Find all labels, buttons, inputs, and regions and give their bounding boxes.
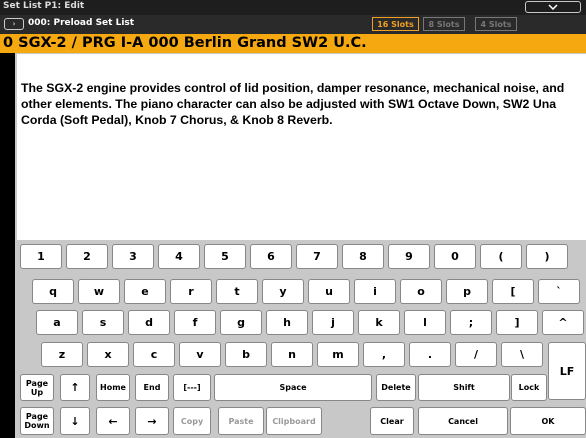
key-row3-4[interactable]: g [220,310,262,335]
key-row3-6[interactable]: j [312,310,354,335]
slots-16-button[interactable]: 16 Slots [372,17,419,31]
set-list-name: 000: Preload Set List [28,18,135,28]
key-row4-9[interactable]: / [455,342,497,367]
key-clear[interactable]: Clear [370,407,414,435]
key-ok[interactable]: OK [510,407,586,435]
key-lock[interactable]: Lock [511,374,547,401]
key-row3-2[interactable]: d [128,310,170,335]
key-row3-10[interactable]: ] [496,310,538,335]
key-row1-4[interactable]: 5 [204,244,246,269]
key-delete[interactable]: Delete [376,374,416,401]
chevron-down-icon [548,4,558,10]
key-row2-5[interactable]: y [262,279,304,304]
key-row3-1[interactable]: s [82,310,124,335]
key-row4-8[interactable]: . [409,342,451,367]
program-bar: 0 SGX-2 / PRG I-A 000 Berlin Grand SW2 U… [0,34,586,53]
key-row4-10[interactable]: \ [501,342,543,367]
set-list-select-button[interactable]: › [4,18,24,30]
key-row3-8[interactable]: l [404,310,446,335]
key-right-arrow[interactable]: → [135,407,169,435]
text-body: The SGX-2 engine provides control of lid… [21,81,565,127]
slots-4-button[interactable]: 4 Slots [475,17,517,31]
key-row3-5[interactable]: h [266,310,308,335]
key-row1-5[interactable]: 6 [250,244,292,269]
program-label: 0 SGX-2 / PRG I-A 000 Berlin Grand SW2 U… [3,35,367,51]
key-row2-4[interactable]: t [216,279,258,304]
slots-4-label: 4 Slots [480,19,512,29]
key-cancel[interactable]: Cancel [418,407,508,435]
key-page-up[interactable]: Page Up [20,374,54,401]
key-row1-8[interactable]: 9 [388,244,430,269]
key-row2-2[interactable]: e [124,279,166,304]
key-row1-7[interactable]: 8 [342,244,384,269]
key-row1-1[interactable]: 2 [66,244,108,269]
key-row1-11[interactable]: ) [526,244,568,269]
key-row3-7[interactable]: k [358,310,400,335]
chevron-right-icon: › [12,20,16,28]
key-row1-2[interactable]: 3 [112,244,154,269]
key-row1-6[interactable]: 7 [296,244,338,269]
key-row3-9[interactable]: ; [450,310,492,335]
key-paste[interactable]: Paste [218,407,264,435]
key-row4-4[interactable]: b [225,342,267,367]
key-row3-3[interactable]: f [174,310,216,335]
key-row1-0[interactable]: 1 [20,244,62,269]
text-edit-area[interactable]: The SGX-2 engine provides control of lid… [15,53,586,241]
key-row3-11[interactable]: ^ [542,310,584,335]
key-up-arrow[interactable]: ↑ [60,374,90,401]
set-list-bar: › 000: Preload Set List 16 Slots 8 Slots… [0,15,586,34]
key-down-arrow[interactable]: ↓ [60,407,90,435]
key-row2-10[interactable]: [ [492,279,534,304]
key-row2-1[interactable]: w [78,279,120,304]
key-row1-9[interactable]: 0 [434,244,476,269]
key-row2-6[interactable]: u [308,279,350,304]
key-row2-8[interactable]: o [400,279,442,304]
key-page-down[interactable]: Page Down [20,407,54,435]
key-left-arrow[interactable]: ← [96,407,130,435]
page-title: Set List P1: Edit [3,1,85,11]
key-row4-7[interactable]: , [363,342,405,367]
key-row3-0[interactable]: a [36,310,78,335]
key-home[interactable]: Home [96,374,130,401]
key-bracket[interactable]: [---] [173,374,211,401]
key-row4-0[interactable]: z [41,342,83,367]
key-row2-3[interactable]: r [170,279,212,304]
key-row4-2[interactable]: c [133,342,175,367]
key-shift[interactable]: Shift [418,374,510,401]
key-space[interactable]: Space [214,374,372,401]
key-row2-7[interactable]: i [354,279,396,304]
key-row4-6[interactable]: m [317,342,359,367]
slots-8-button[interactable]: 8 Slots [423,17,465,31]
title-bar: Set List P1: Edit [0,0,586,15]
key-end[interactable]: End [135,374,169,401]
key-row4-1[interactable]: x [87,342,129,367]
slots-16-label: 16 Slots [377,19,414,29]
keyboard: 1 2 3 4 5 6 7 8 9 0() q w e r t y u i o p[` a s d f g h j k l;] ^ z x c v… [15,241,586,438]
menu-button[interactable] [525,1,581,13]
key-row4-3[interactable]: v [179,342,221,367]
slots-8-label: 8 Slots [428,19,460,29]
key-row4-5[interactable]: n [271,342,313,367]
key-row2-0[interactable]: q [32,279,74,304]
key-copy[interactable]: Copy [173,407,211,435]
key-row1-3[interactable]: 4 [158,244,200,269]
key-row2-9[interactable]: p [446,279,488,304]
key-row1-10[interactable]: ( [480,244,522,269]
key-row2-11[interactable]: ` [538,279,580,304]
key-lf[interactable]: LF [548,342,586,400]
key-clipboard[interactable]: Clipboard [266,407,322,435]
